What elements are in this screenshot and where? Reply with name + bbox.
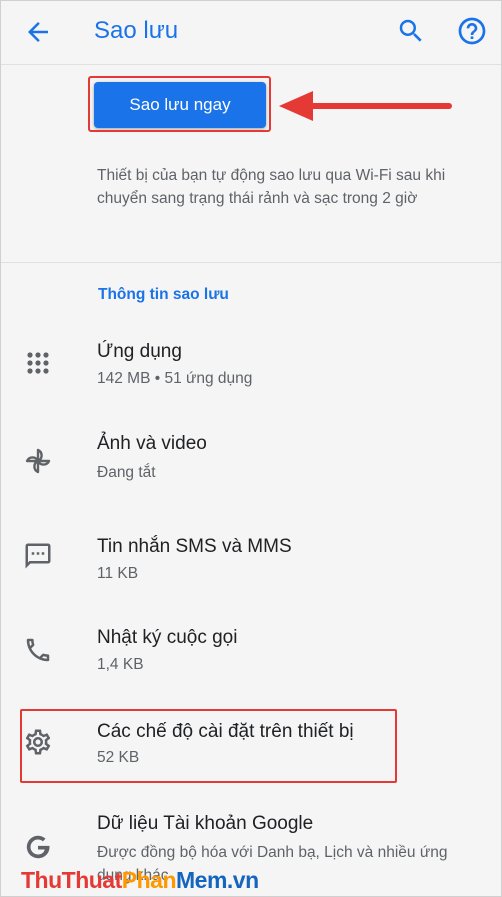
item-label: Tin nhắn SMS và MMS [97, 536, 292, 557]
red-arrow-annotation [279, 91, 452, 121]
backup-item-sms[interactable]: Tin nhắn SMS và MMS 11 KB [1, 526, 501, 618]
item-subtext: 1,4 KB [97, 656, 144, 673]
sms-icon [25, 543, 51, 569]
backup-item-photos[interactable]: Ảnh và video Đang tắt [1, 423, 501, 515]
gear-icon [25, 729, 51, 755]
apps-grid-icon [27, 352, 49, 374]
google-g-icon [26, 835, 50, 859]
item-subtext: 52 KB [97, 749, 140, 766]
app-bar: Sao lưu [1, 1, 501, 65]
item-subtext: 142 MB • 51 ứng dụng [97, 370, 253, 387]
search-icon[interactable] [396, 16, 426, 46]
watermark: ThuThuatPhanMem.vn [21, 867, 259, 893]
item-label: Dữ liệu Tài khoản Google [97, 813, 314, 834]
backup-item-apps[interactable]: Ứng dụng 142 MB • 51 ứng dụng [1, 331, 501, 423]
item-label: Nhật ký cuộc gọi [97, 627, 238, 648]
backup-item-device-settings[interactable]: Các chế độ cài đặt trên thiết bị 52 KB [1, 712, 501, 804]
backup-now-button[interactable]: Sao lưu ngay [94, 82, 266, 128]
help-icon[interactable] [456, 15, 488, 47]
pinwheel-icon [25, 448, 51, 474]
backup-description: Thiết bị của bạn tự động sao lưu qua Wi-… [97, 167, 446, 207]
item-label: Các chế độ cài đặt trên thiết bị [97, 721, 354, 742]
backup-item-call-log[interactable]: Nhật ký cuộc gọi 1,4 KB [1, 618, 501, 710]
arrow-back-icon[interactable] [23, 17, 53, 47]
item-label: Ảnh và video [97, 433, 207, 454]
phone-icon [26, 638, 50, 662]
page-title: Sao lưu [94, 17, 179, 44]
section-header-backup-info: Thông tin sao lưu [98, 286, 229, 303]
divider [1, 262, 501, 263]
item-subtext: Đang tắt [97, 464, 156, 481]
item-subtext: 11 KB [97, 565, 139, 582]
item-label: Ứng dụng [97, 341, 182, 362]
